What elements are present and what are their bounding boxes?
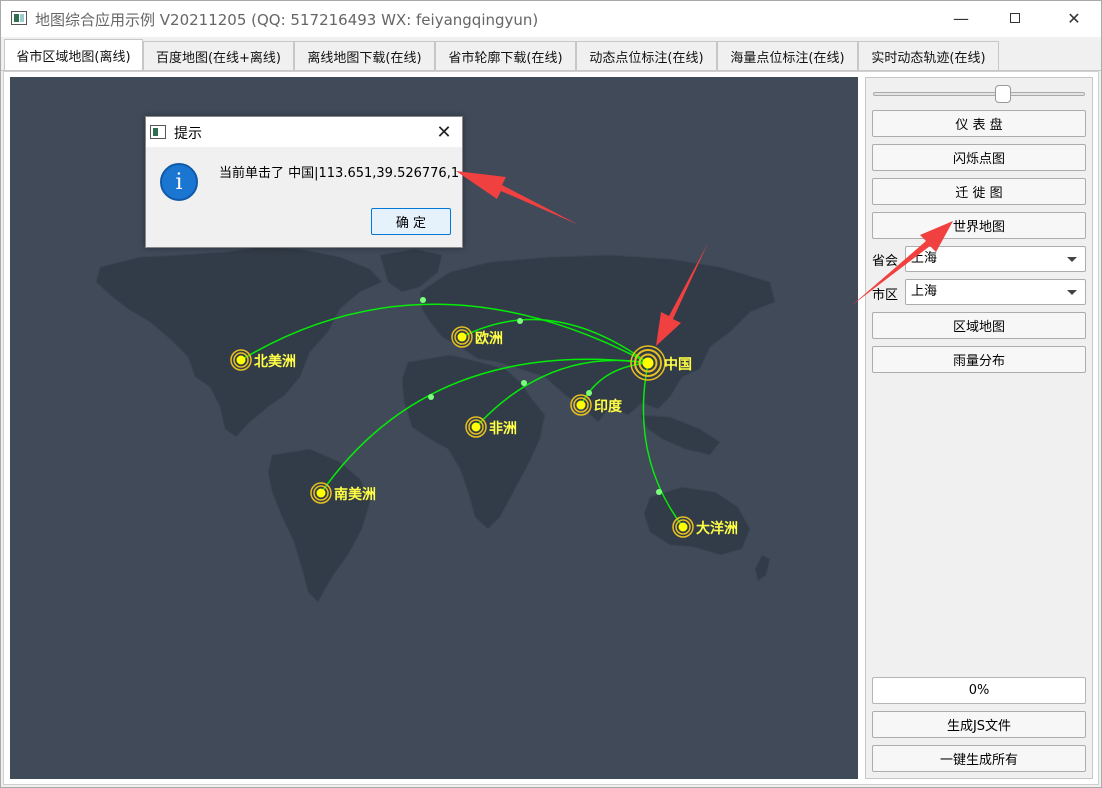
land-new-zealand [754,554,771,582]
land-south-america [267,448,371,603]
world-map-button[interactable]: 世界地图 [872,212,1086,239]
tab-baidu-map[interactable]: 百度地图(在线+离线) [143,41,294,71]
minimize-icon[interactable]: — [938,1,984,35]
app-window: 地图综合应用示例 V20211205 (QQ: 517216493 WX: fe… [0,0,1102,788]
province-select[interactable]: 上海 [905,246,1086,272]
trail-dot [656,489,662,495]
chevron-down-icon [1067,290,1077,295]
trail-dot [428,394,434,400]
dialog-title-bar: 提示 ✕ [146,117,462,147]
tab-realtime-track[interactable]: 实时动态轨迹(在线) [858,41,999,71]
ok-button[interactable]: 确 定 [371,208,451,235]
dialog-app-icon [150,125,166,139]
tab-province-map-offline[interactable]: 省市区域地图(离线) [4,39,143,71]
land-masses [95,246,776,603]
close-icon[interactable]: ✕ [1051,1,1097,35]
marker-label: 印度 [594,398,623,415]
marker-label: 欧洲 [475,330,503,347]
app-icon [11,11,27,25]
close-icon[interactable]: ✕ [432,121,456,143]
province-select-value: 上海 [911,251,938,266]
generate-js-button[interactable]: 生成JS文件 [872,711,1086,738]
slider-handle[interactable] [995,85,1011,103]
dialog-title: 提示 [174,126,202,142]
slider-track [873,92,1085,96]
land-north-america [95,246,383,438]
generate-all-button[interactable]: 一键生成所有 [872,745,1086,772]
city-select[interactable]: 上海 [905,279,1086,305]
rainfall-button[interactable]: 雨量分布 [872,346,1086,373]
marker-label: 中国 [664,356,692,373]
marker-label: 非洲 [489,420,517,437]
dialog-message: 当前单击了 中国|113.651,39.526776,1 [219,166,460,181]
flash-points-button[interactable]: 闪烁点图 [872,144,1086,171]
tab-outline-download[interactable]: 省市轮廓下载(在线) [435,41,576,71]
province-label: 省会 [872,254,899,269]
info-dialog: 提示 ✕ i 当前单击了 中国|113.651,39.526776,1 确 定 [145,116,463,248]
tab-mass-points[interactable]: 海量点位标注(在线) [717,41,858,71]
region-map-button[interactable]: 区域地图 [872,312,1086,339]
land-southeast-asia [639,414,721,456]
tab-offline-map-download[interactable]: 离线地图下载(在线) [294,41,435,71]
zoom-slider[interactable] [873,85,1085,103]
city-label: 市区 [872,288,899,303]
trail-dot [420,297,426,303]
chevron-down-icon [1067,257,1077,262]
trail-dot [517,318,523,324]
marker-label: 大洋洲 [696,520,738,537]
marker-label: 北美洲 [254,353,296,370]
dashboard-button[interactable]: 仪 表 盘 [872,110,1086,137]
city-select-value: 上海 [911,284,938,299]
tab-bar: 省市区域地图(离线) 百度地图(在线+离线) 离线地图下载(在线) 省市轮廓下载… [1,39,1101,71]
tab-dynamic-points[interactable]: 动态点位标注(在线) [576,41,717,71]
maximize-icon[interactable] [992,1,1038,35]
info-icon: i [160,163,198,201]
trail-dot [521,380,527,386]
window-title: 地图综合应用示例 V20211205 (QQ: 517216493 WX: fe… [35,11,539,29]
migration-button[interactable]: 迁 徙 图 [872,178,1086,205]
marker-label: 南美洲 [334,486,376,503]
progress-bar: 0% [872,677,1086,704]
title-bar: 地图综合应用示例 V20211205 (QQ: 517216493 WX: fe… [1,1,1101,37]
trail-dot [586,390,592,396]
